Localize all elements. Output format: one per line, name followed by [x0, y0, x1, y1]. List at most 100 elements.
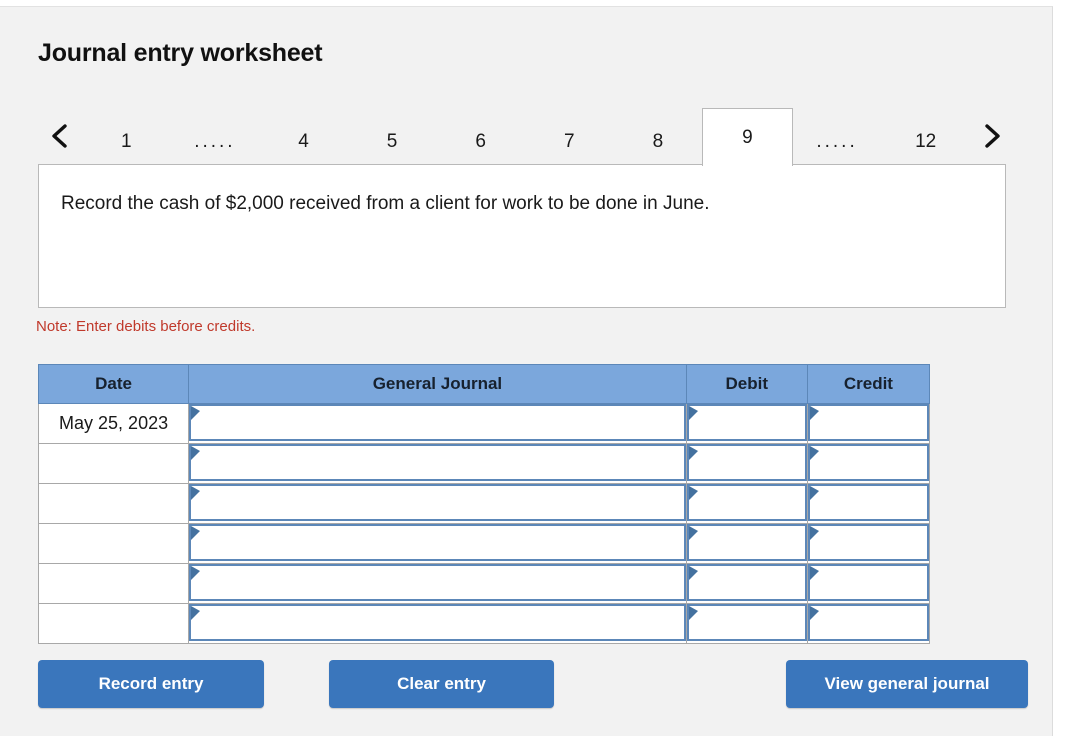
- cell-corner-marker-icon: [809, 566, 819, 580]
- credit-amount-input-wrapper[interactable]: [807, 524, 929, 561]
- journal-account-cell: [188, 523, 687, 564]
- journal-account-cell: [188, 603, 687, 644]
- journal-debit-cell: [685, 443, 808, 484]
- next-page-button[interactable]: [970, 107, 1014, 165]
- credit-amount-input[interactable]: [809, 446, 927, 479]
- journal-credit-cell: [806, 603, 931, 644]
- credit-amount-input[interactable]: [809, 526, 927, 559]
- journal-debit-cell: [685, 523, 808, 564]
- debit-amount-input[interactable]: [688, 606, 805, 639]
- credit-amount-input-wrapper[interactable]: [807, 484, 929, 521]
- journal-debit-cell: [685, 403, 808, 444]
- journal-date-cell: [37, 603, 190, 644]
- debit-amount-input-wrapper[interactable]: [686, 484, 807, 521]
- tab-page-1[interactable]: 1: [82, 119, 171, 165]
- journal-debit-cell: [685, 483, 808, 524]
- credit-amount-input-wrapper[interactable]: [807, 564, 929, 601]
- credit-amount-input[interactable]: [809, 566, 927, 599]
- account-title-input[interactable]: [191, 486, 684, 519]
- cell-corner-marker-icon: [688, 486, 698, 500]
- view-general-journal-button[interactable]: View general journal: [786, 660, 1028, 708]
- debit-amount-input-wrapper[interactable]: [686, 404, 807, 441]
- tab-page-4[interactable]: 4: [259, 119, 348, 165]
- credit-amount-input[interactable]: [809, 406, 927, 439]
- clear-entry-button[interactable]: Clear entry: [329, 660, 554, 708]
- debit-amount-input[interactable]: [688, 566, 805, 599]
- chevron-left-icon: [52, 124, 67, 148]
- column-header-date: Date: [37, 364, 190, 404]
- credit-amount-input-wrapper[interactable]: [807, 444, 929, 481]
- scenario-panel: Record the cash of $2,000 received from …: [38, 164, 1006, 308]
- tab-list: 1..... 4 5 6 7 8 9..... 12: [82, 107, 970, 166]
- debit-amount-input-wrapper[interactable]: [686, 524, 807, 561]
- tab-page-12[interactable]: 12: [881, 119, 970, 165]
- journal-date-cell: May 25, 2023: [37, 403, 190, 444]
- account-title-input[interactable]: [191, 606, 684, 639]
- debit-amount-input[interactable]: [688, 446, 805, 479]
- cell-corner-marker-icon: [688, 446, 698, 460]
- account-title-input-wrapper[interactable]: [189, 484, 686, 521]
- table-header-row: Date General Journal Debit Credit: [37, 364, 931, 404]
- debit-amount-input[interactable]: [688, 526, 805, 559]
- credit-amount-input-wrapper[interactable]: [807, 404, 929, 441]
- credit-amount-input-wrapper[interactable]: [807, 604, 929, 641]
- debits-before-credits-note: Note: Enter debits before credits.: [36, 318, 256, 335]
- journal-table: Date General Journal Debit Credit May 25…: [37, 364, 931, 644]
- record-entry-button[interactable]: Record entry: [38, 660, 264, 708]
- journal-debit-cell: [685, 603, 808, 644]
- journal-date-cell: [37, 443, 190, 484]
- cell-corner-marker-icon: [688, 566, 698, 580]
- scenario-text: Record the cash of $2,000 received from …: [61, 193, 710, 214]
- journal-credit-cell: [806, 403, 931, 444]
- cell-corner-marker-icon: [191, 566, 201, 580]
- debit-amount-input[interactable]: [688, 406, 805, 439]
- cell-corner-marker-icon: [191, 526, 201, 540]
- cell-corner-marker-icon: [809, 446, 819, 460]
- cell-corner-marker-icon: [688, 606, 698, 620]
- account-title-input[interactable]: [191, 566, 684, 599]
- journal-date-cell: [37, 483, 190, 524]
- journal-date-cell: [37, 563, 190, 604]
- table-row: [37, 483, 931, 524]
- account-title-input[interactable]: [191, 446, 684, 479]
- account-title-input-wrapper[interactable]: [189, 444, 686, 481]
- cell-corner-marker-icon: [809, 486, 819, 500]
- cell-corner-marker-icon: [191, 406, 201, 420]
- cell-corner-marker-icon: [191, 486, 201, 500]
- credit-amount-input[interactable]: [809, 606, 927, 639]
- tab-page-5[interactable]: 5: [348, 119, 437, 165]
- account-title-input[interactable]: [191, 406, 684, 439]
- debit-amount-input-wrapper[interactable]: [686, 444, 807, 481]
- journal-account-cell: [188, 483, 687, 524]
- prev-page-button[interactable]: [38, 107, 82, 165]
- journal-credit-cell: [806, 523, 931, 564]
- tab-page-8[interactable]: 8: [614, 119, 703, 165]
- debit-amount-input[interactable]: [688, 486, 805, 519]
- cell-corner-marker-icon: [809, 606, 819, 620]
- account-title-input-wrapper[interactable]: [189, 524, 686, 561]
- table-row: May 25, 2023: [37, 403, 931, 444]
- account-title-input[interactable]: [191, 526, 684, 559]
- tab-page-9[interactable]: 9: [702, 108, 793, 166]
- debit-amount-input-wrapper[interactable]: [686, 564, 807, 601]
- tab-page-7[interactable]: 7: [525, 119, 614, 165]
- journal-account-cell: [188, 443, 687, 484]
- journal-debit-cell: [685, 563, 808, 604]
- journal-credit-cell: [806, 483, 931, 524]
- debit-amount-input-wrapper[interactable]: [686, 604, 807, 641]
- table-row: [37, 443, 931, 484]
- journal-account-cell: [188, 403, 687, 444]
- cell-corner-marker-icon: [688, 526, 698, 540]
- table-row: [37, 603, 931, 644]
- account-title-input-wrapper[interactable]: [189, 564, 686, 601]
- account-title-input-wrapper[interactable]: [189, 604, 686, 641]
- cell-corner-marker-icon: [809, 526, 819, 540]
- column-header-credit: Credit: [806, 364, 931, 404]
- journal-date-cell: [37, 523, 190, 564]
- account-title-input-wrapper[interactable]: [189, 404, 686, 441]
- cell-corner-marker-icon: [809, 406, 819, 420]
- journal-credit-cell: [806, 443, 931, 484]
- credit-amount-input[interactable]: [809, 486, 927, 519]
- table-row: [37, 563, 931, 604]
- tab-page-6[interactable]: 6: [436, 119, 525, 165]
